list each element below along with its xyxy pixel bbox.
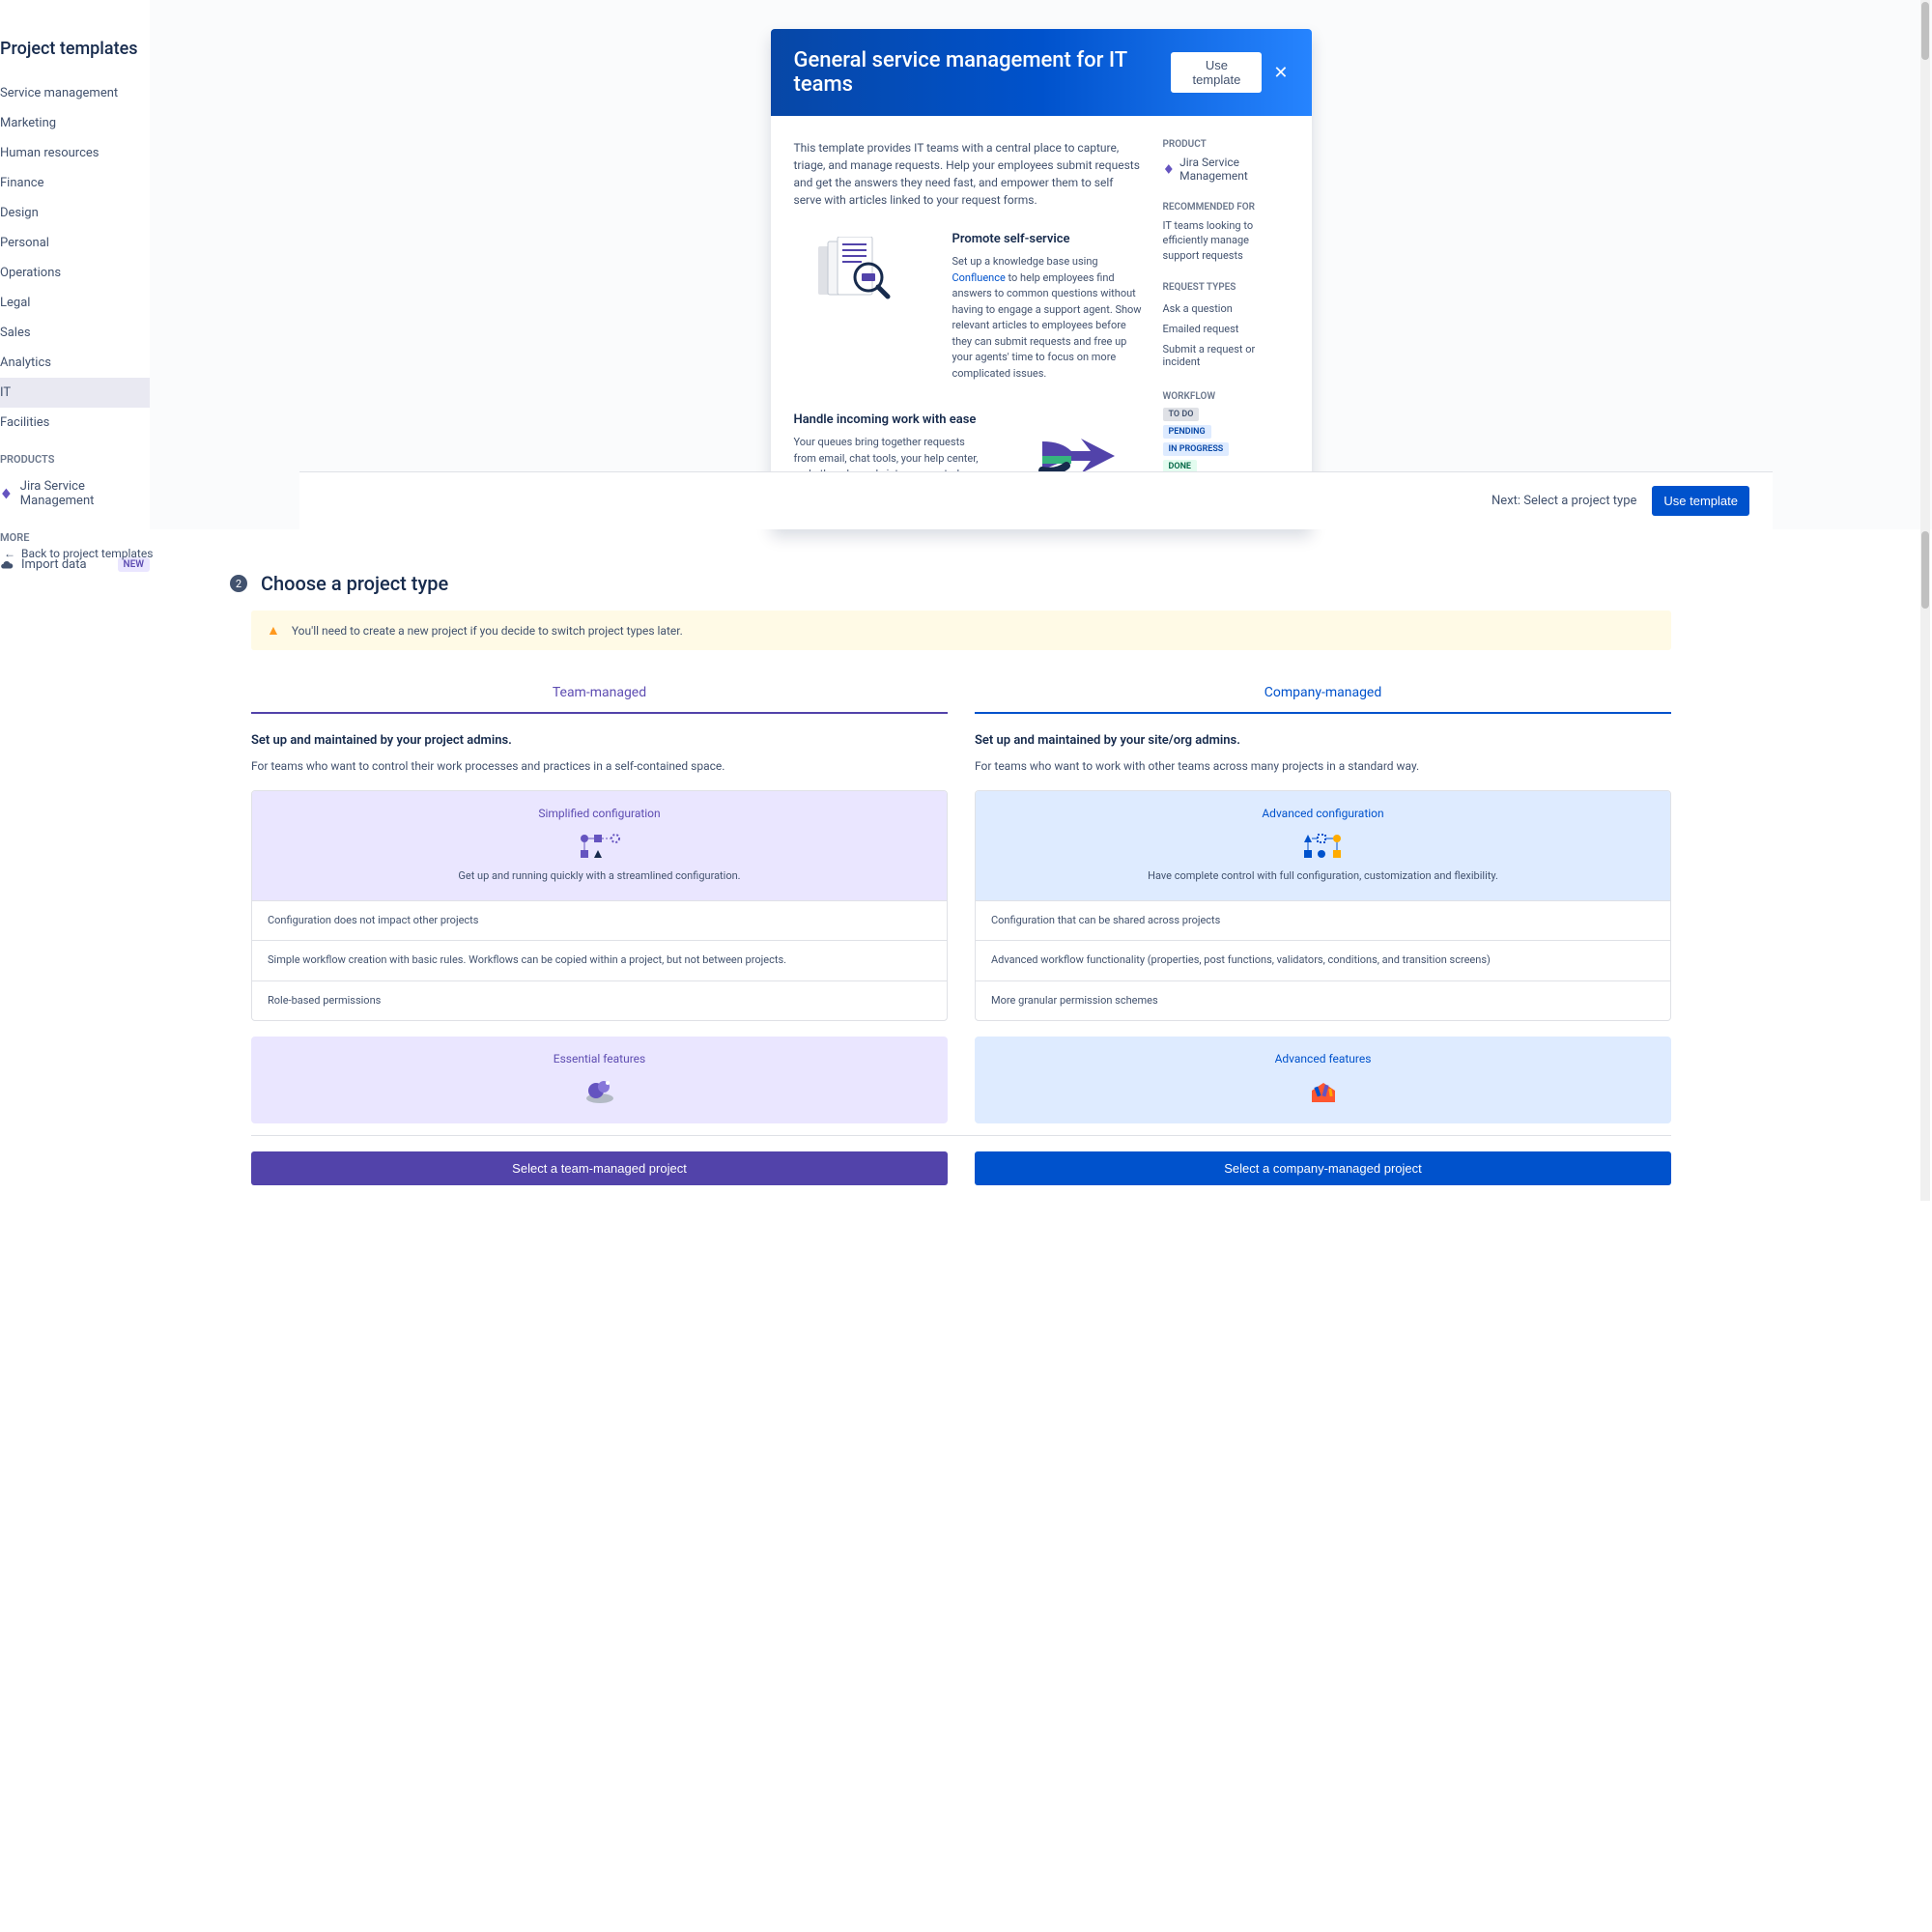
request-type-item: Submit a request or incident — [1163, 339, 1289, 372]
sidebar-title: Project templates — [0, 39, 150, 78]
modal-header: General service management for IT teams … — [771, 29, 1312, 116]
feature-desc-1: Set up a knowledge base using Confluence… — [952, 254, 1144, 382]
sidebar: Project templates Service managementMark… — [0, 0, 150, 529]
products-header: PRODUCTS — [0, 438, 150, 471]
meta-workflow-label: WORKFLOW — [1163, 391, 1289, 402]
feature-title-1: Promote self-service — [952, 232, 1144, 246]
sidebar-item-human-resources[interactable]: Human resources — [0, 138, 150, 168]
team-config-desc: Get up and running quickly with a stream… — [268, 868, 931, 885]
select-footer: Select a team-managed project Select a c… — [251, 1135, 1671, 1201]
confluence-link[interactable]: Confluence — [952, 271, 1006, 284]
team-desc: For teams who want to control their work… — [251, 757, 948, 775]
sidebar-product-jsm[interactable]: Jira Service Management — [0, 471, 150, 516]
workflow-tag: PENDING — [1163, 425, 1211, 439]
main-content: General service management for IT teams … — [150, 0, 1932, 529]
sidebar-item-service-management[interactable]: Service management — [0, 78, 150, 108]
step-title: Choose a project type — [261, 572, 448, 595]
team-config-title: Simplified configuration — [268, 807, 931, 820]
close-button[interactable]: ✕ — [1273, 63, 1288, 83]
config-item: Role-based permissions — [252, 980, 947, 1021]
warning-text: You'll need to create a new project if y… — [292, 624, 683, 638]
back-link[interactable]: ← Back to project templates — [0, 547, 1932, 572]
tab-team-managed[interactable]: Team-managed — [251, 673, 948, 714]
company-managed-column: Company-managed Set up and maintained by… — [975, 673, 1671, 1123]
scrollbar[interactable] — [1920, 0, 1930, 529]
sidebar-item-personal[interactable]: Personal — [0, 228, 150, 258]
meta-recommended-label: RECOMMENDED FOR — [1163, 202, 1289, 213]
config-item: Simple workflow creation with basic rule… — [252, 940, 947, 980]
company-config-title: Advanced configuration — [991, 807, 1655, 820]
use-template-button-header[interactable]: Use template — [1171, 52, 1262, 93]
sidebar-product-label: Jira Service Management — [20, 479, 150, 508]
config-item: Configuration that can be shared across … — [976, 900, 1670, 941]
meta-product-label: PRODUCT — [1163, 139, 1289, 150]
config-item: Advanced workflow functionality (propert… — [976, 940, 1670, 980]
select-company-managed-button[interactable]: Select a company-managed project — [975, 1151, 1671, 1185]
next-step-text: Next: Select a project type — [1492, 494, 1636, 508]
feature-image-1 — [794, 232, 929, 319]
sidebar-item-facilities[interactable]: Facilities — [0, 408, 150, 438]
sidebar-item-sales[interactable]: Sales — [0, 318, 150, 348]
modal-title: General service management for IT teams — [794, 48, 1172, 97]
feature-title-2: Handle incoming work with ease — [794, 412, 985, 427]
team-feat-title: Essential features — [267, 1052, 932, 1065]
arrow-left-icon: ← — [4, 547, 15, 560]
meta-product: Jira Service Management — [1163, 156, 1289, 183]
request-type-item: Ask a question — [1163, 298, 1289, 319]
sidebar-item-legal[interactable]: Legal — [0, 288, 150, 318]
use-template-button-footer[interactable]: Use template — [1652, 486, 1749, 516]
sidebar-item-analytics[interactable]: Analytics — [0, 348, 150, 378]
warning-banner: ▲ You'll need to create a new project if… — [251, 611, 1671, 650]
simplified-config-icon — [268, 832, 931, 861]
sidebar-item-it[interactable]: IT — [0, 378, 150, 408]
template-modal: General service management for IT teams … — [771, 29, 1312, 529]
sidebar-item-finance[interactable]: Finance — [0, 168, 150, 198]
config-item: More granular permission schemes — [976, 980, 1670, 1021]
company-config-desc: Have complete control with full configur… — [991, 868, 1655, 885]
step-number-badge: 2 — [230, 575, 247, 592]
advanced-config-icon — [991, 832, 1655, 861]
team-managed-column: Team-managed Set up and maintained by yo… — [251, 673, 948, 1123]
select-team-managed-button[interactable]: Select a team-managed project — [251, 1151, 948, 1185]
scrollbar[interactable] — [1920, 529, 1930, 1201]
modal-description: This template provides IT teams with a c… — [794, 139, 1144, 209]
company-desc: For teams who want to work with other te… — [975, 757, 1671, 775]
advanced-features-icon — [990, 1077, 1656, 1108]
sidebar-item-marketing[interactable]: Marketing — [0, 108, 150, 138]
meta-recommended: IT teams looking to efficiently manage s… — [1163, 218, 1289, 263]
workflow-tag: TO DO — [1163, 408, 1200, 421]
meta-request-types-label: REQUEST TYPES — [1163, 282, 1289, 293]
essential-features-icon — [267, 1077, 932, 1108]
sidebar-item-design[interactable]: Design — [0, 198, 150, 228]
tab-company-managed[interactable]: Company-managed — [975, 673, 1671, 714]
company-subtitle: Set up and maintained by your site/org a… — [975, 733, 1671, 748]
jsm-icon — [1163, 162, 1175, 176]
modal-footer: Next: Select a project type Use template — [299, 471, 1773, 529]
sidebar-item-operations[interactable]: Operations — [0, 258, 150, 288]
warning-icon: ▲ — [267, 622, 280, 639]
jsm-icon — [0, 487, 13, 500]
team-subtitle: Set up and maintained by your project ad… — [251, 733, 948, 748]
workflow-tag: IN PROGRESS — [1163, 442, 1230, 456]
company-feat-title: Advanced features — [990, 1052, 1656, 1065]
config-item: Configuration does not impact other proj… — [252, 900, 947, 941]
request-type-item: Emailed request — [1163, 319, 1289, 339]
